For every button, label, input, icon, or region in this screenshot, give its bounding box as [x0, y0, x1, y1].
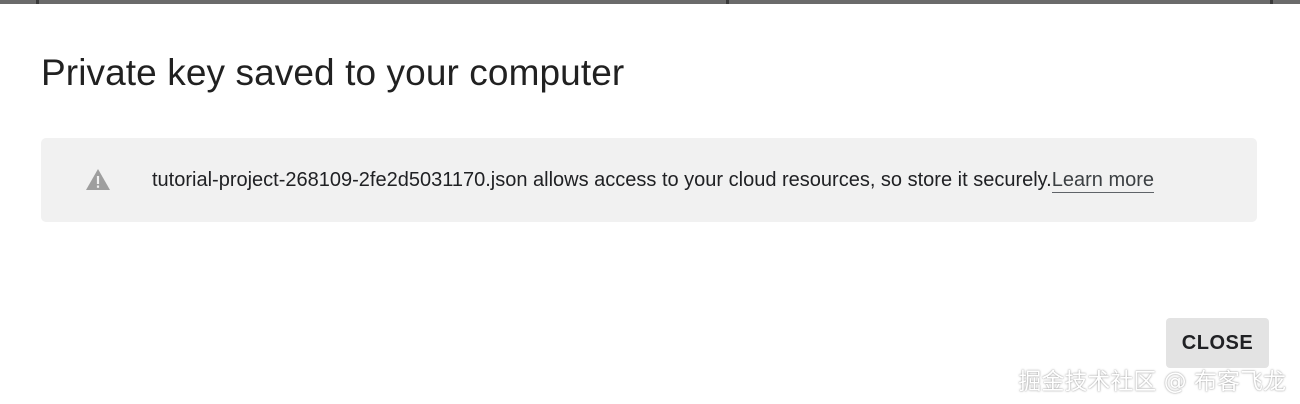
notice-text: tutorial-project-268109-2fe2d5031170.jso… — [152, 169, 1052, 191]
notice-message: tutorial-project-268109-2fe2d5031170.jso… — [152, 169, 1155, 193]
watermark-text: 掘金技术社区 @ 布客飞龙 — [1018, 369, 1286, 395]
dialog-title: Private key saved to your computer — [41, 52, 625, 93]
close-button[interactable]: CLOSE — [1166, 318, 1269, 368]
private-key-dialog: Private key saved to your computer tutor… — [0, 4, 1300, 404]
learn-more-link[interactable]: Learn more — [1051, 169, 1155, 193]
warning-triangle-icon — [85, 168, 111, 192]
security-notice: tutorial-project-268109-2fe2d5031170.jso… — [41, 138, 1257, 222]
